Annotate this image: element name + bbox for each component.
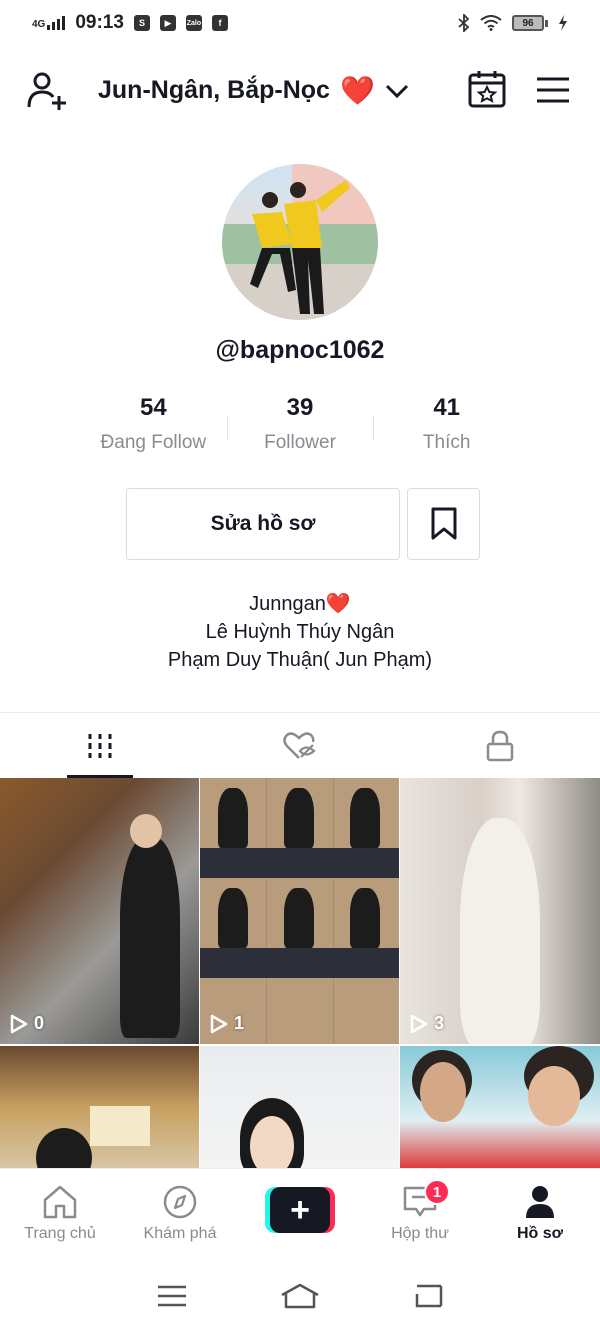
profile-icon bbox=[526, 1186, 554, 1218]
bio: Junngan❤️ Lê Huỳnh Thúy Ngân Phạm Duy Th… bbox=[0, 590, 600, 674]
following-label: Đang Follow bbox=[100, 432, 207, 453]
play-icon bbox=[210, 1014, 228, 1033]
account-switcher[interactable]: Jun-Ngân, Bắp-Nọc ❤️ bbox=[98, 74, 409, 107]
username: @bapnoc1062 bbox=[215, 336, 385, 364]
following-stat[interactable]: 54 Đang Follow bbox=[80, 394, 227, 464]
play-icon bbox=[10, 1014, 28, 1033]
play-icon bbox=[410, 1014, 428, 1033]
video-thumbnail[interactable]: 3 bbox=[400, 778, 600, 1044]
bookmark-icon bbox=[431, 507, 456, 540]
nav-discover-label: Khám phá bbox=[143, 1225, 217, 1242]
plus-icon: + bbox=[270, 1187, 330, 1233]
view-count-value: 0 bbox=[34, 1013, 45, 1033]
wifi-icon bbox=[480, 15, 502, 31]
nav-inbox[interactable]: 1 Hộp thư bbox=[360, 1169, 480, 1258]
video-thumbnail[interactable] bbox=[0, 1046, 199, 1168]
video-thumbnail[interactable] bbox=[200, 1046, 399, 1168]
add-user-icon[interactable] bbox=[25, 70, 69, 110]
system-nav-bar bbox=[0, 1258, 600, 1333]
nav-home[interactable]: Trang chủ bbox=[0, 1169, 120, 1258]
view-count: 1 bbox=[210, 1013, 244, 1034]
bluetooth-icon bbox=[458, 14, 470, 32]
likes-label: Thích bbox=[422, 432, 471, 453]
zalo-icon: Zalo bbox=[185, 15, 202, 31]
heart-icon: ❤️ bbox=[339, 75, 375, 106]
video-thumbnail[interactable] bbox=[400, 1046, 600, 1168]
compass-icon bbox=[163, 1185, 197, 1219]
view-count-value: 3 bbox=[434, 1013, 445, 1033]
avatar-photo bbox=[222, 164, 378, 320]
profile-stats: 54 Đang Follow 39 Follower 41 Thích bbox=[80, 394, 520, 464]
signal-icon bbox=[47, 16, 66, 30]
video-thumbnail[interactable]: 0 bbox=[0, 778, 199, 1044]
bio-line-3: Phạm Duy Thuận( Jun Phạm) bbox=[167, 649, 433, 671]
video-thumbnail[interactable]: 1 bbox=[200, 778, 399, 1044]
likes-stat[interactable]: 41 Thích bbox=[373, 394, 520, 464]
charging-icon bbox=[559, 15, 567, 31]
content-tabs bbox=[0, 712, 600, 778]
facebook-icon: f bbox=[211, 15, 228, 31]
bottom-nav: Trang chủ Khám phá + 1 Hộp thư Hồ sơ bbox=[0, 1168, 600, 1258]
edit-profile-button[interactable]: Sửa hồ sơ bbox=[126, 488, 400, 560]
nav-create[interactable]: + bbox=[240, 1169, 360, 1258]
tab-videos[interactable] bbox=[0, 713, 200, 778]
nav-profile[interactable]: Hồ sơ bbox=[480, 1169, 600, 1258]
youtube-icon: ▶ bbox=[159, 15, 176, 31]
profile-header: Jun-Ngân, Bắp-Nọc ❤️ bbox=[0, 56, 600, 124]
liked-hidden-icon bbox=[283, 731, 316, 759]
menu-icon[interactable] bbox=[536, 76, 570, 104]
bio-line-1: Junngan bbox=[249, 593, 326, 615]
shopee-icon: S bbox=[133, 15, 150, 31]
followers-stat[interactable]: 39 Follower bbox=[226, 394, 374, 464]
tab-liked[interactable] bbox=[200, 713, 400, 778]
network-type: 4G bbox=[32, 19, 46, 30]
likes-count: 41 bbox=[433, 394, 461, 421]
notification-badge: 1 bbox=[424, 1179, 450, 1205]
nav-discover[interactable]: Khám phá bbox=[120, 1169, 240, 1258]
following-count: 54 bbox=[139, 394, 167, 421]
view-count: 3 bbox=[410, 1013, 444, 1034]
favorites-button[interactable] bbox=[407, 488, 480, 560]
view-count: 0 bbox=[10, 1013, 44, 1034]
nav-profile-label: Hồ sơ bbox=[516, 1225, 564, 1242]
clock: 09:13 bbox=[75, 12, 124, 33]
tab-private[interactable] bbox=[400, 713, 600, 778]
grid-icon bbox=[88, 733, 112, 758]
recent-apps-icon[interactable] bbox=[157, 1285, 187, 1307]
followers-count: 39 bbox=[286, 394, 314, 421]
bio-line-2: Lê Huỳnh Thúy Ngân bbox=[205, 621, 395, 643]
account-name: Jun-Ngân, Bắp-Nọc bbox=[98, 76, 330, 104]
status-bar: 4G 09:13 S ▶ Zalo f 96 bbox=[0, 0, 600, 46]
video-grid: 0 1 3 bbox=[0, 778, 600, 1168]
home-button-icon[interactable] bbox=[280, 1283, 320, 1309]
heart-icon: ❤️ bbox=[325, 593, 351, 615]
followers-label: Follower bbox=[264, 432, 336, 453]
avatar[interactable] bbox=[222, 164, 378, 320]
home-icon bbox=[43, 1185, 77, 1219]
chevron-down-icon bbox=[385, 84, 408, 98]
nav-home-label: Trang chủ bbox=[24, 1225, 96, 1242]
lock-icon bbox=[486, 730, 514, 761]
create-button[interactable]: + bbox=[265, 1187, 335, 1233]
battery-icon: 96 bbox=[512, 15, 548, 31]
battery-level: 96 bbox=[512, 15, 544, 31]
calendar-star-icon[interactable] bbox=[468, 70, 506, 108]
nav-inbox-label: Hộp thư bbox=[391, 1225, 449, 1242]
view-count-value: 1 bbox=[234, 1013, 245, 1033]
back-icon[interactable] bbox=[413, 1284, 443, 1308]
